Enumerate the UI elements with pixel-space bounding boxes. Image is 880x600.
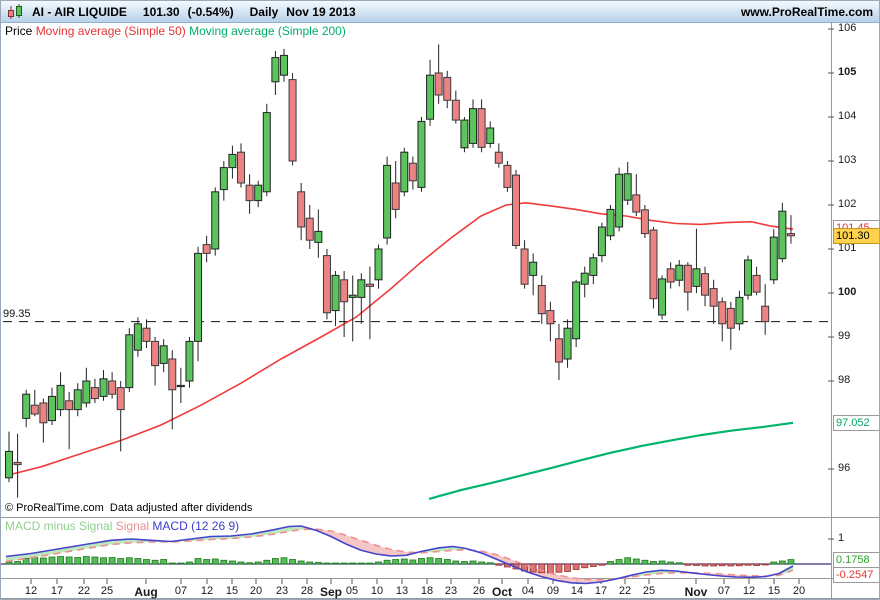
x-tick-label: 17 xyxy=(50,585,64,597)
price-legend-label: Price xyxy=(5,24,33,38)
price-axis-label: 98 xyxy=(838,374,851,386)
price-legend: Price Moving average (Simple 50) Moving … xyxy=(5,24,346,38)
macd-hist-legend-label: MACD minus Signal xyxy=(5,519,113,533)
macd-hist-value-box: 0.1758 xyxy=(833,552,879,568)
x-tick-label: Aug xyxy=(134,585,158,599)
x-tick-label: 09 xyxy=(546,585,560,597)
macd-main-legend-label: MACD (12 26 9) xyxy=(152,519,240,533)
x-tick-label: 18 xyxy=(420,585,434,597)
x-tick-label: Nov xyxy=(684,585,708,599)
price-axis-label: 104 xyxy=(838,110,857,122)
x-tick-label: 04 xyxy=(521,585,535,597)
x-tick-label: 05 xyxy=(345,585,359,597)
price-axis-label: 100 xyxy=(838,286,857,298)
x-tick-label: 25 xyxy=(642,585,656,597)
price-axis-label: 103 xyxy=(838,154,857,166)
x-tick-label: 28 xyxy=(300,585,314,597)
x-tick-label: 23 xyxy=(444,585,458,597)
x-tick-label: 07 xyxy=(174,585,188,597)
price-axis-label: 99 xyxy=(838,330,851,342)
x-tick-label: 20 xyxy=(249,585,263,597)
x-tick-label: 12 xyxy=(200,585,214,597)
adjusted-note-label: Data adjusted after dividends xyxy=(109,502,253,514)
x-tick-label: 12 xyxy=(24,585,38,597)
app-root: AI - AIR LIQUIDE 101.30 (-0.54%) Daily N… xyxy=(0,0,880,600)
x-tick-label: 14 xyxy=(570,585,584,597)
macd-signal-legend-label: Signal xyxy=(115,519,150,533)
x-tick-label: 26 xyxy=(472,585,486,597)
x-tick-label: 12 xyxy=(742,585,756,597)
macd-fill-areas xyxy=(6,526,793,584)
x-tick-label: 17 xyxy=(594,585,608,597)
x-tick-label: 22 xyxy=(77,585,91,597)
x-tick-label: 22 xyxy=(618,585,632,597)
x-tick-label: 07 xyxy=(717,585,731,597)
candlestick-series xyxy=(5,44,795,498)
macd-scale-label: 1 xyxy=(838,532,845,544)
ma200-value-box: 97.052 xyxy=(833,415,879,431)
x-tick-label: 10 xyxy=(370,585,384,597)
copyright-label: © ProRealTime.com xyxy=(5,502,104,514)
price-axis-label: 106 xyxy=(838,22,857,34)
ma50-line xyxy=(5,201,794,477)
last-price-box: 101.30 xyxy=(833,228,879,244)
x-tick-label: 15 xyxy=(767,585,781,597)
x-tick-label: 20 xyxy=(792,585,806,597)
ma50-legend-label: Moving average (Simple 50) xyxy=(35,24,186,38)
ma200-legend-label: Moving average (Simple 200) xyxy=(189,24,346,38)
macd-signal-value-box: -0.2547 xyxy=(833,567,879,583)
ma200-line xyxy=(428,421,794,500)
x-tick-label: 13 xyxy=(395,585,409,597)
x-tick-label: 23 xyxy=(275,585,289,597)
price-axis-label: 105 xyxy=(838,66,857,78)
price-axis-label: 102 xyxy=(838,198,857,210)
x-tick-label: Oct xyxy=(491,585,513,599)
x-tick-label: Sep xyxy=(319,585,343,599)
macd-legend: MACD minus Signal Signal MACD (12 26 9) xyxy=(5,519,239,533)
level-line-label: 99.35 xyxy=(3,308,31,320)
x-tick-label: 25 xyxy=(100,585,114,597)
price-axis-label: 96 xyxy=(838,462,851,474)
x-tick-label: 15 xyxy=(225,585,239,597)
copyright-row: © ProRealTime.com Data adjusted after di… xyxy=(5,502,252,514)
